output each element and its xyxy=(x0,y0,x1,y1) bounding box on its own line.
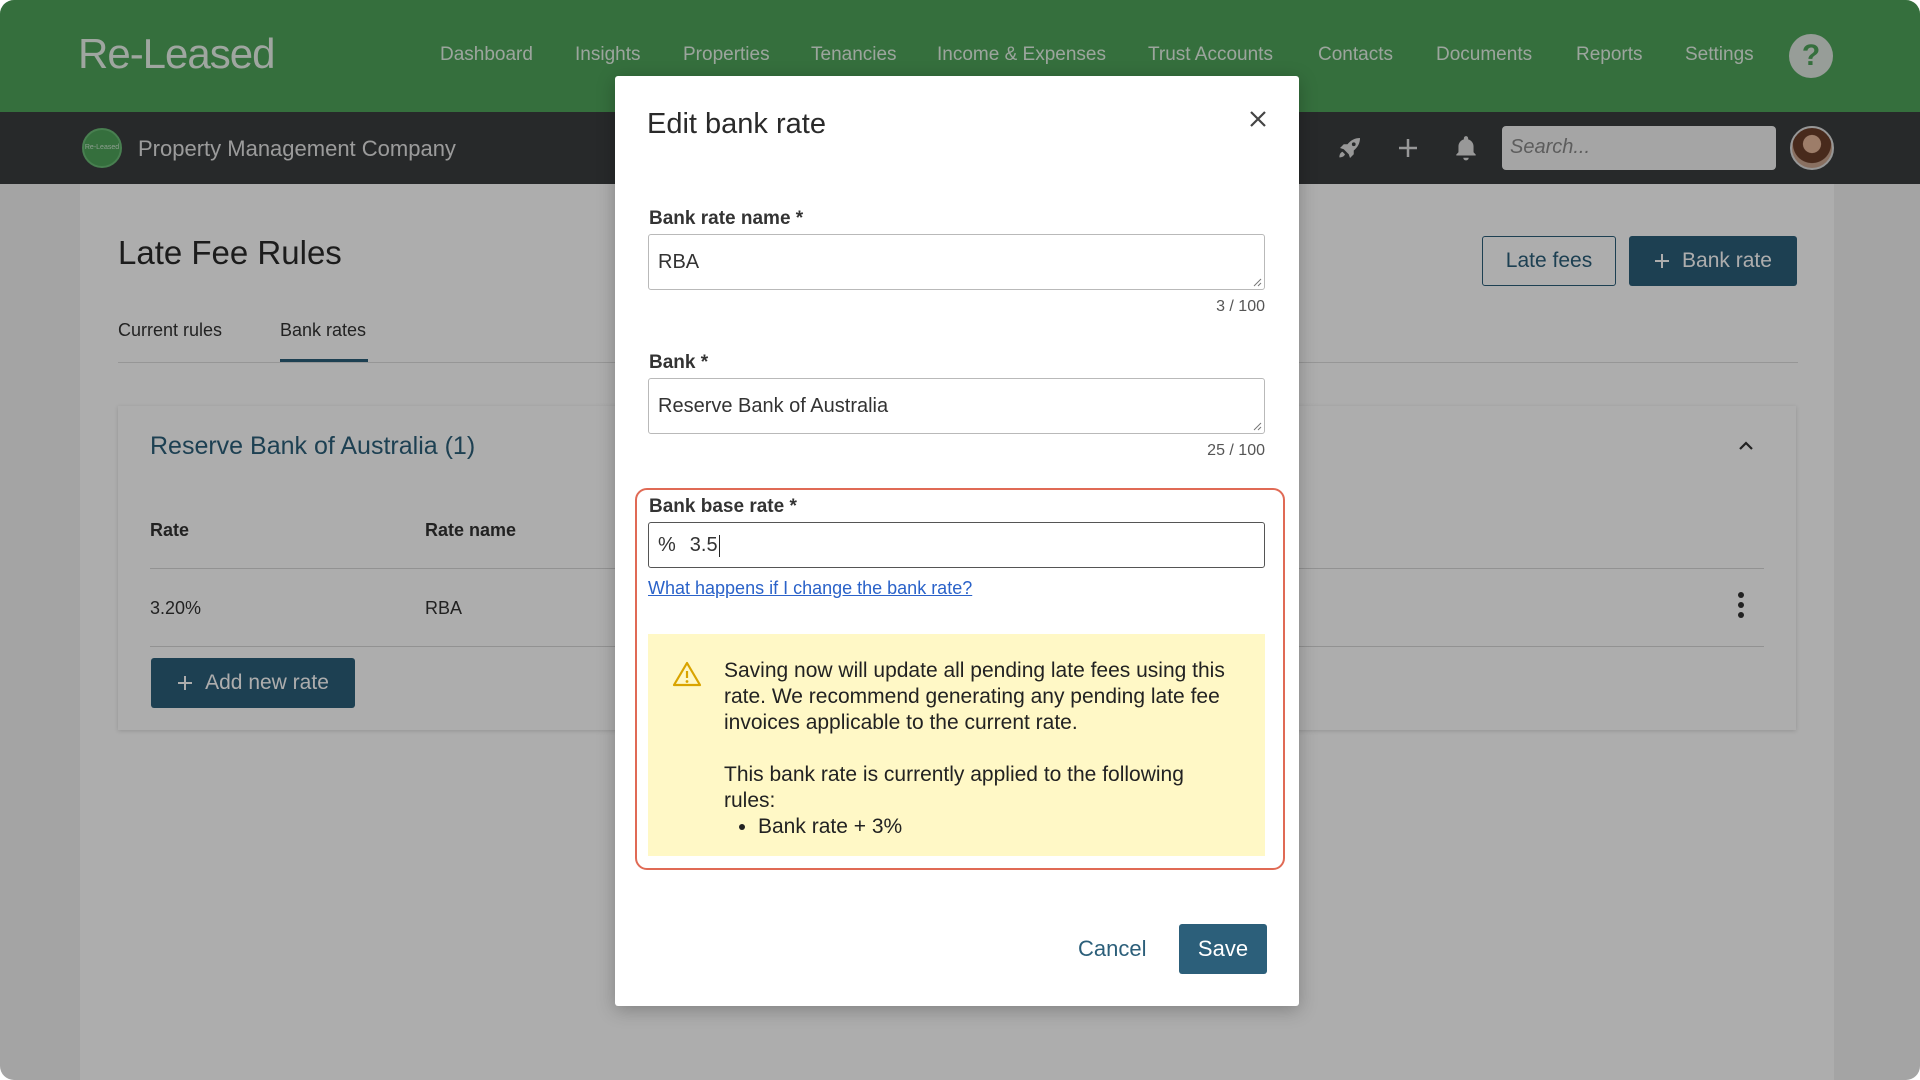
save-button[interactable]: Save xyxy=(1179,924,1267,974)
text-cursor xyxy=(718,534,721,557)
warning-rules-intro: This bank rate is currently applied to t… xyxy=(724,763,1184,812)
bank-rate-help-link[interactable]: What happens if I change the bank rate? xyxy=(648,578,972,599)
bank-base-rate-value: 3.5 xyxy=(689,534,718,556)
bank-base-rate-label: Bank base rate * xyxy=(649,496,797,517)
warning-text: Saving now will update all pending late … xyxy=(724,659,1225,734)
bank-rate-name-counter: 3 / 100 xyxy=(1216,298,1265,315)
app-window: Re-Leased Dashboard Insights Properties … xyxy=(0,0,1920,1080)
bank-rate-name-label: Bank rate name * xyxy=(649,208,804,229)
cancel-button[interactable]: Cancel xyxy=(1078,936,1146,962)
warning-rules-list: Bank rate + 3% xyxy=(724,814,1235,840)
warning-rule-item: Bank rate + 3% xyxy=(758,814,1235,840)
warning-icon xyxy=(672,661,702,687)
bank-base-rate-input[interactable]: % 3.5 xyxy=(648,522,1265,568)
bank-rate-name-field[interactable]: RBA xyxy=(648,234,1265,290)
bank-field[interactable]: Reserve Bank of Australia xyxy=(648,378,1265,434)
dialog-title: Edit bank rate xyxy=(647,108,826,140)
close-icon[interactable] xyxy=(1245,106,1271,132)
resize-handle-icon[interactable] xyxy=(1252,277,1262,287)
bank-value: Reserve Bank of Australia xyxy=(658,395,889,417)
warning-callout: Saving now will update all pending late … xyxy=(648,634,1265,856)
percent-prefix: % xyxy=(658,534,676,556)
bank-label: Bank * xyxy=(649,352,709,373)
resize-handle-icon[interactable] xyxy=(1252,421,1262,431)
bank-counter: 25 / 100 xyxy=(1207,442,1265,459)
bank-rate-name-value: RBA xyxy=(658,251,700,273)
edit-bank-rate-dialog: Edit bank rate Bank rate name * RBA 3 / … xyxy=(615,76,1299,1006)
